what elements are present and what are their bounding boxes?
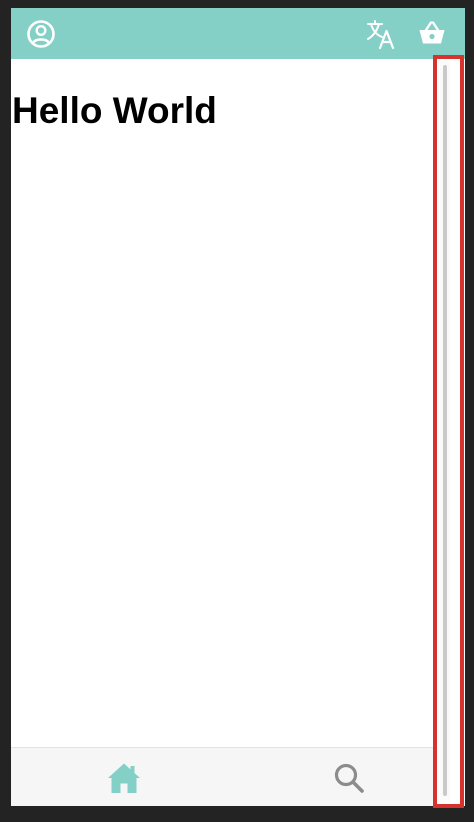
app-screen: Hello World bbox=[11, 8, 465, 806]
nav-home-button[interactable] bbox=[104, 760, 144, 796]
main-content: Hello World bbox=[11, 59, 437, 747]
translate-icon bbox=[367, 20, 395, 50]
vertical-scrollbar[interactable] bbox=[440, 61, 450, 800]
account-circle-icon bbox=[27, 20, 55, 48]
bottom-navigation bbox=[11, 747, 437, 806]
top-app-bar bbox=[11, 8, 465, 59]
account-button[interactable] bbox=[25, 18, 57, 50]
nav-search-button[interactable] bbox=[329, 760, 369, 796]
basket-icon bbox=[419, 21, 445, 44]
page-heading: Hello World bbox=[12, 90, 217, 131]
basket-button[interactable] bbox=[416, 17, 448, 49]
home-icon bbox=[108, 763, 140, 793]
device-frame: Hello World bbox=[0, 0, 474, 822]
search-icon bbox=[334, 763, 364, 793]
translate-button[interactable] bbox=[364, 17, 398, 51]
scrollbar-thumb[interactable] bbox=[443, 65, 447, 796]
